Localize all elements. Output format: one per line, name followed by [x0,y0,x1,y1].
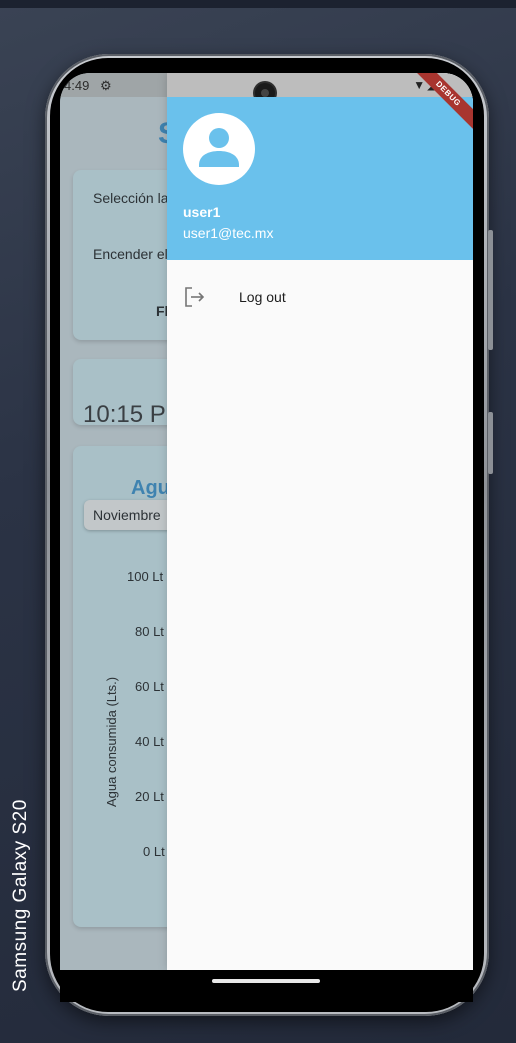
chart-y-axis-label: Agua consumida (Lts.) [104,676,119,807]
system-navigation-bar [60,970,473,1002]
top-strip [0,0,516,8]
volume-button [488,230,493,350]
clock-display: 10:15 P [83,401,166,428]
device-label: Samsung Galaxy S20 [10,799,31,992]
y-tick: 100 Lt [127,569,164,584]
status-time: 4:49 [64,78,90,93]
user-name: user1 [183,204,221,220]
navigation-drawer: ▼◢▮ user1 user1@tec.mx Log out DEBUG [167,73,473,970]
water-section-title: Agu [131,477,170,499]
y-tick: 80 Lt [135,624,164,639]
power-button [488,412,493,474]
settings-status-icon: ⚙ [100,78,112,93]
logout-menu-item[interactable]: Log out [167,273,473,321]
user-email: user1@tec.mx [183,225,274,241]
phone-screen: 4:49 ⚙ S Selección la Encender el Fl 10:… [60,73,473,970]
logout-icon [185,287,205,307]
select-label: Selección la [93,190,169,206]
y-tick: 0 Lt [143,844,165,859]
drawer-header: user1 user1@tec.mx [167,97,473,260]
avatar[interactable] [183,113,255,185]
logout-label: Log out [239,289,286,305]
home-indicator[interactable] [212,979,320,983]
turn-on-label: Encender el [93,246,168,262]
y-tick: 40 Lt [135,734,164,749]
y-tick: 20 Lt [135,789,164,804]
month-dropdown-value: Noviembre [93,507,161,523]
person-icon [199,128,239,167]
y-tick: 60 Lt [135,679,164,694]
